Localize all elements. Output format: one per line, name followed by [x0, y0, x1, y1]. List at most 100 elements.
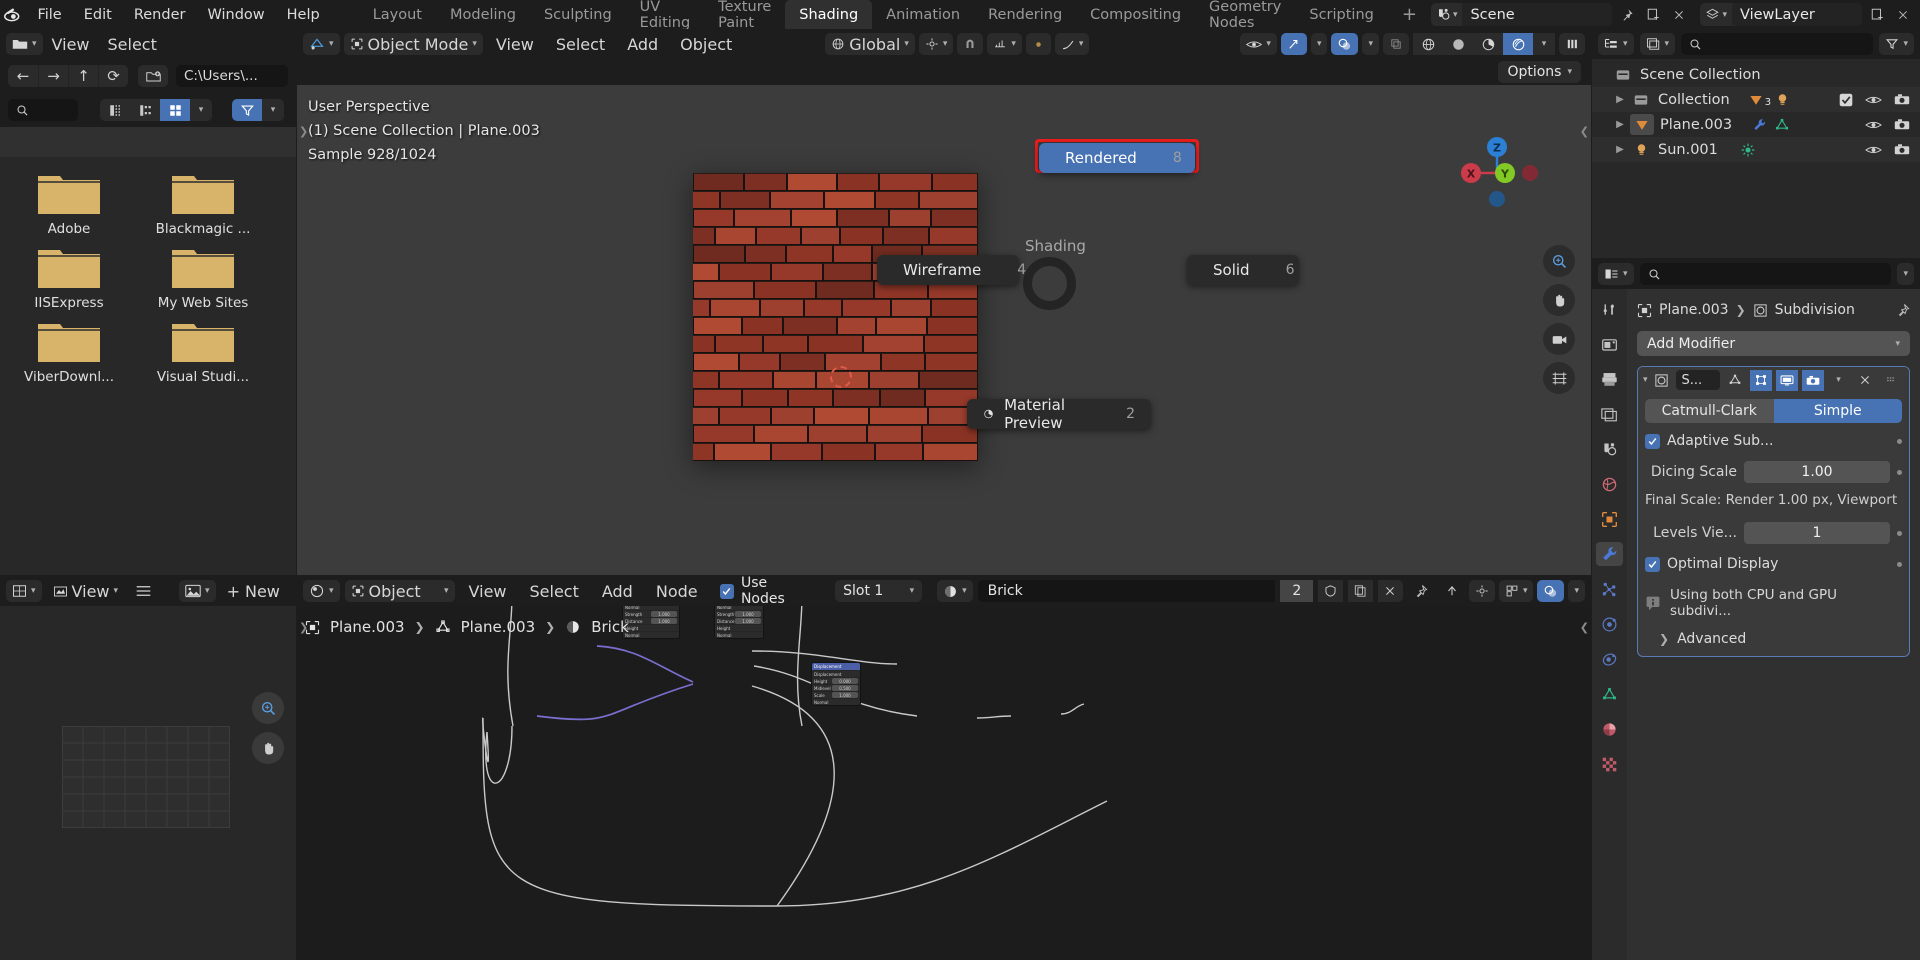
- shader-node-socket-value[interactable]: 1.000: [735, 618, 761, 624]
- checkbox-icon[interactable]: [1645, 557, 1660, 572]
- outliner-display-mode-icon[interactable]: ▾: [1598, 33, 1634, 55]
- catmull-clark-option[interactable]: Catmull-Clark: [1645, 399, 1774, 423]
- blender-logo-icon[interactable]: [0, 0, 26, 29]
- delete-icon[interactable]: [1668, 3, 1690, 26]
- search-input[interactable]: [8, 99, 78, 121]
- shader-breadcrumb-object[interactable]: Plane.003: [330, 618, 405, 636]
- camera-render-icon[interactable]: [1894, 93, 1910, 106]
- animate-property-dot[interactable]: [1897, 470, 1902, 475]
- id-type-icon[interactable]: ▾: [1640, 33, 1676, 55]
- uv-editor-canvas[interactable]: [0, 606, 296, 960]
- breadcrumb-object-label[interactable]: Plane.003: [1659, 302, 1729, 318]
- viewport-editor-type-button[interactable]: ▾: [303, 33, 340, 55]
- properties-tab-texture[interactable]: [1596, 752, 1623, 776]
- workspace-tab-animation[interactable]: Animation: [872, 0, 974, 29]
- pie-menu-item-rendered[interactable]: Rendered 8: [1039, 143, 1195, 173]
- shader-node-socket-value[interactable]: 1.000: [832, 692, 858, 698]
- advanced-section-toggle[interactable]: ❯ Advanced: [1645, 631, 1902, 647]
- object-mode-selector[interactable]: Object Mode ▾: [344, 33, 483, 55]
- viewlayer-selector[interactable]: ▾ ViewLayer: [1700, 3, 1862, 26]
- shader-node[interactable]: DisplacementDisplacementHeight0.000Midle…: [811, 662, 861, 706]
- shader-node-row[interactable]: Height: [623, 624, 679, 631]
- uv-editor-type-button[interactable]: ▾: [6, 580, 42, 602]
- file-browser-editor-type-button[interactable]: ▾: [6, 33, 43, 55]
- shader-node[interactable]: BumpNormalStrength1.000Distance1.000Heig…: [622, 606, 680, 639]
- properties-tab-view-layer[interactable]: [1596, 402, 1623, 426]
- add-modifier-button[interactable]: Add Modifier ▾: [1637, 331, 1910, 356]
- properties-tab-object[interactable]: [1596, 507, 1623, 531]
- properties-options-dropdown[interactable]: ▾: [1897, 263, 1914, 285]
- viewlayer-name-field[interactable]: ViewLayer: [1732, 3, 1862, 26]
- refresh-icon[interactable]: ⟳: [98, 65, 128, 87]
- modifier-name-field[interactable]: S...: [1676, 370, 1720, 390]
- gizmo-icon[interactable]: [1281, 33, 1307, 55]
- new-datablock-icon[interactable]: [1642, 3, 1664, 26]
- modifier-extras-dropdown[interactable]: ▾: [1828, 370, 1850, 391]
- snap-mode-selector[interactable]: ▾: [987, 33, 1022, 55]
- file-item[interactable]: Adobe: [14, 171, 124, 237]
- shader-node-row[interactable]: Midlevel0.500: [812, 684, 860, 691]
- disclosure-triangle-icon[interactable]: ▶: [1610, 94, 1630, 105]
- pin-icon[interactable]: [1896, 303, 1910, 317]
- simple-option[interactable]: Simple: [1774, 399, 1903, 423]
- shader-node-row[interactable]: Strength1.000: [715, 610, 763, 617]
- pie-menu-item-material-preview[interactable]: Material Preview 2: [967, 399, 1151, 429]
- uv-editor-menu-view[interactable]: View ▾: [47, 580, 125, 602]
- disclosure-triangle-icon[interactable]: ▶: [1610, 144, 1630, 155]
- file-item[interactable]: Visual Studi...: [148, 319, 258, 385]
- workspace-tab-compositing[interactable]: Compositing: [1076, 0, 1195, 29]
- new-folder-icon[interactable]: [138, 65, 168, 87]
- menu-help[interactable]: Help: [276, 0, 331, 29]
- shader-editor-type-button[interactable]: ▾: [303, 580, 340, 602]
- fake-user-shield-icon[interactable]: [1318, 580, 1343, 602]
- viewport-menu-view[interactable]: View: [487, 35, 543, 54]
- x-close-icon[interactable]: [1854, 370, 1876, 391]
- shader-breadcrumb-material[interactable]: Brick: [591, 618, 629, 636]
- file-browser-body[interactable]: Adobe Blackmagic ... IISExpress My Web S…: [0, 157, 296, 575]
- outliner-row-sun[interactable]: ▶ Sun.001: [1592, 137, 1920, 162]
- visibility-eye-icon[interactable]: [1865, 119, 1882, 131]
- shader-node-row[interactable]: Scale1.000: [812, 691, 860, 698]
- gizmo-dropdown[interactable]: ▾: [1311, 33, 1328, 55]
- material-browse-button[interactable]: ▾: [937, 580, 973, 602]
- shader-node-socket-value[interactable]: 0.000: [832, 678, 858, 684]
- wireframe-shading-icon[interactable]: [1413, 33, 1443, 55]
- pie-menu-item-solid[interactable]: Solid 6: [1187, 255, 1299, 285]
- shader-menu-select[interactable]: Select: [521, 582, 588, 601]
- animate-property-dot[interactable]: [1897, 439, 1902, 444]
- outliner-row-scene-collection[interactable]: Scene Collection: [1592, 62, 1920, 87]
- levels-viewport-field[interactable]: 1: [1744, 522, 1890, 544]
- properties-tab-output[interactable]: [1596, 367, 1623, 391]
- rendered-shading-icon[interactable]: [1503, 33, 1533, 55]
- xray-icon[interactable]: [1383, 33, 1409, 55]
- menu-file[interactable]: File: [26, 0, 72, 29]
- workspace-tab-layout[interactable]: Layout: [359, 0, 436, 29]
- checkbox-icon[interactable]: [720, 584, 734, 599]
- use-nodes-toggle[interactable]: Use Nodes: [720, 575, 813, 607]
- pan-hand-icon[interactable]: [252, 732, 284, 764]
- workspace-tab-geometry-nodes[interactable]: Geometry Nodes: [1195, 0, 1295, 29]
- overlays-dropdown[interactable]: ▾: [1568, 580, 1585, 602]
- new-viewlayer-icon[interactable]: [1866, 3, 1888, 26]
- shader-node-row[interactable]: Strength1.000: [623, 610, 679, 617]
- outliner-search-input[interactable]: [1681, 33, 1873, 55]
- menu-edit[interactable]: Edit: [73, 0, 123, 29]
- render-display-icon[interactable]: [1802, 370, 1824, 391]
- arrow-up-icon[interactable]: ↑: [68, 65, 98, 87]
- scene-name-field[interactable]: Scene: [1462, 3, 1612, 26]
- properties-tab-material[interactable]: [1596, 717, 1623, 741]
- pan-hand-icon[interactable]: [1543, 284, 1575, 316]
- material-name-field[interactable]: Brick: [978, 580, 1276, 602]
- menu-window[interactable]: Window: [196, 0, 275, 29]
- pin-icon[interactable]: [1616, 3, 1638, 26]
- properties-tab-world[interactable]: [1596, 472, 1623, 496]
- image-icon[interactable]: ▾: [179, 580, 216, 602]
- pie-menu-item-wireframe[interactable]: Wireframe 4: [877, 255, 1019, 285]
- filter-icon[interactable]: [232, 99, 262, 121]
- outliner-row-collection[interactable]: ▶ Collection 3: [1592, 87, 1920, 112]
- overlays-dropdown[interactable]: ▾: [1362, 33, 1379, 55]
- dicing-scale-field[interactable]: 1.00: [1744, 461, 1890, 483]
- camera-render-icon[interactable]: [1894, 118, 1910, 131]
- shader-node[interactable]: BumpNormalStrength1.000Distance1.000Heig…: [714, 606, 764, 639]
- viewlayer-icon[interactable]: ▾: [1700, 3, 1732, 26]
